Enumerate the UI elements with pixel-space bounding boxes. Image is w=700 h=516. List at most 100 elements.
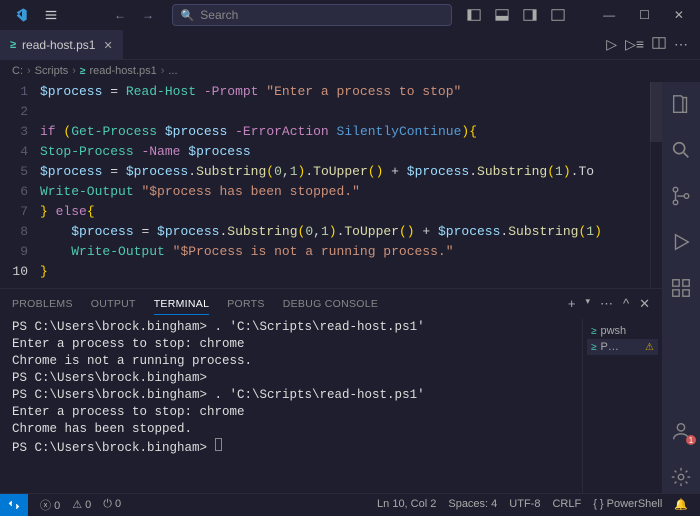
search-icon[interactable] [662,134,700,166]
code-line[interactable]: Write-Output "$process has been stopped.… [40,182,650,202]
session-name: P… [601,341,619,353]
tab-ports[interactable]: PORTS [227,298,264,310]
status-language[interactable]: { } PowerShell [587,498,668,511]
code-line[interactable]: } [40,262,650,282]
bottom-panel: PROBLEMS OUTPUT TERMINAL PORTS DEBUG CON… [0,288,662,493]
code-line[interactable]: $process = Read-Host -Prompt "Enter a pr… [40,82,650,102]
code-line[interactable]: $process = $process.Substring(0,1).ToUpp… [40,222,650,242]
editor-more-icon[interactable]: ⋯ [674,36,688,53]
layout-panel-icon[interactable] [489,4,515,26]
terminal-cursor [215,438,222,451]
line-number: 4 [0,142,28,162]
split-editor-icon[interactable] [652,36,666,53]
maximize-panel-icon[interactable]: ^ [623,296,629,312]
line-number: 9 [0,242,28,262]
warning-icon: ⚠ [645,342,654,353]
breadcrumb-file[interactable]: read-host.ps1 [89,65,156,77]
code-line[interactable] [40,102,650,122]
maximize-icon[interactable]: ☐ [627,2,662,28]
status-spaces[interactable]: Spaces: 4 [442,498,503,511]
status-notifications-icon[interactable]: 🔔 [668,498,694,511]
activity-bar: 1 [662,82,700,493]
terminal-line: PS C:\Users\brock.bingham> [12,370,570,387]
editor-tab[interactable]: ≥ read-host.ps1 ✕ [0,30,123,60]
command-center-search[interactable]: 🔍 Search [172,4,452,26]
status-ports[interactable]: ⏻ 0 [97,498,127,511]
code-line[interactable]: if (Get-Process $process -ErrorAction Si… [40,122,650,142]
code-editor[interactable]: 12345678910 $process = Read-Host -Prompt… [0,82,662,288]
close-panel-icon[interactable]: ✕ [639,296,650,312]
powershell-icon: ≥ [591,326,597,337]
source-control-icon[interactable] [662,180,700,212]
powershell-file-icon: ≥ [10,39,16,51]
terminal-line: Chrome is not a running process. [12,353,570,370]
terminal-line: PS C:\Users\brock.bingham> . 'C:\Scripts… [12,319,570,336]
menu-icon[interactable] [36,4,66,26]
terminal-dropdown-icon[interactable]: ▾ [585,296,590,312]
extensions-icon[interactable] [662,272,700,304]
layout-sidebar-left-icon[interactable] [461,4,487,26]
status-position[interactable]: Ln 10, Col 2 [371,498,442,511]
breadcrumb-drive[interactable]: C: [12,65,23,77]
explorer-icon[interactable] [662,88,700,120]
tab-debug-console[interactable]: DEBUG CONSOLE [283,298,379,310]
status-encoding[interactable]: UTF-8 [503,498,546,511]
run-icon[interactable]: ▷ [606,36,617,53]
minimap[interactable] [650,82,662,288]
code-content[interactable]: $process = Read-Host -Prompt "Enter a pr… [40,82,650,288]
breadcrumb-sep: › [161,65,165,77]
status-errors[interactable]: ⓧ 0 [34,497,66,513]
title-bar: ← → 🔍 Search — ☐ ✕ [0,0,700,30]
new-terminal-icon[interactable]: + [568,296,576,312]
terminal-session[interactable]: ≥ pwsh [587,323,658,339]
search-icon: 🔍 [181,9,195,22]
code-line[interactable]: Write-Output "$Process is not a running … [40,242,650,262]
breadcrumb[interactable]: C: › Scripts › ≥ read-host.ps1 › ... [0,60,700,82]
code-line[interactable]: } else{ [40,202,650,222]
line-number: 10 [0,262,28,282]
tab-output[interactable]: OUTPUT [91,298,136,310]
panel-more-icon[interactable]: ⋯ [600,296,613,312]
terminal-line: PS C:\Users\brock.bingham> . 'C:\Scripts… [12,387,570,404]
line-number: 7 [0,202,28,222]
layout-customize-icon[interactable] [545,4,571,26]
code-line[interactable]: Stop-Process -Name $process [40,142,650,162]
minimize-icon[interactable]: — [591,2,627,28]
status-bar: ⓧ 0 ⚠ 0 ⏻ 0 Ln 10, Col 2 Spaces: 4 UTF-8… [0,493,700,515]
run-debug-icon[interactable] [662,226,700,258]
powershell-file-icon: ≥ [80,66,86,77]
tab-close-icon[interactable]: ✕ [103,39,112,52]
breadcrumb-sep: › [27,65,31,77]
line-number: 5 [0,162,28,182]
terminal-content[interactable]: PS C:\Users\brock.bingham> . 'C:\Scripts… [0,319,582,493]
terminal-session-list: ≥ pwsh ≥ P… ⚠ [582,319,662,493]
close-icon[interactable]: ✕ [662,2,696,28]
remote-indicator[interactable] [0,494,28,516]
terminal-session[interactable]: ≥ P… ⚠ [587,339,658,355]
breadcrumb-symbol[interactable]: ... [168,65,177,77]
terminal-line: Enter a process to stop: chrome [12,404,570,421]
tab-bar: ≥ read-host.ps1 ✕ ▷ ▷≡ ⋯ [0,30,700,60]
terminal-line: Chrome has been stopped. [12,421,570,438]
run-selection-icon[interactable]: ▷≡ [625,36,644,53]
powershell-icon: ≥ [591,342,597,353]
nav-forward-icon[interactable]: → [134,8,162,22]
code-line[interactable]: $process = $process.Substring(0,1).ToUpp… [40,162,650,182]
tab-problems[interactable]: PROBLEMS [12,298,73,310]
vscode-logo-icon [12,7,28,23]
status-warnings[interactable]: ⚠ 0 [66,498,97,511]
breadcrumb-sep: › [72,65,76,77]
line-number: 2 [0,102,28,122]
tab-filename: read-host.ps1 [22,38,95,52]
settings-gear-icon[interactable] [662,461,700,493]
status-eol[interactable]: CRLF [546,498,587,511]
terminal-line: PS C:\Users\brock.bingham> [12,438,570,457]
minimap-thumb[interactable] [650,82,662,142]
account-icon[interactable]: 1 [662,415,700,447]
nav-back-icon[interactable]: ← [106,8,134,22]
breadcrumb-folder[interactable]: Scripts [35,65,69,77]
layout-sidebar-right-icon[interactable] [517,4,543,26]
line-number: 8 [0,222,28,242]
terminal-line: Enter a process to stop: chrome [12,336,570,353]
tab-terminal[interactable]: TERMINAL [154,298,210,315]
